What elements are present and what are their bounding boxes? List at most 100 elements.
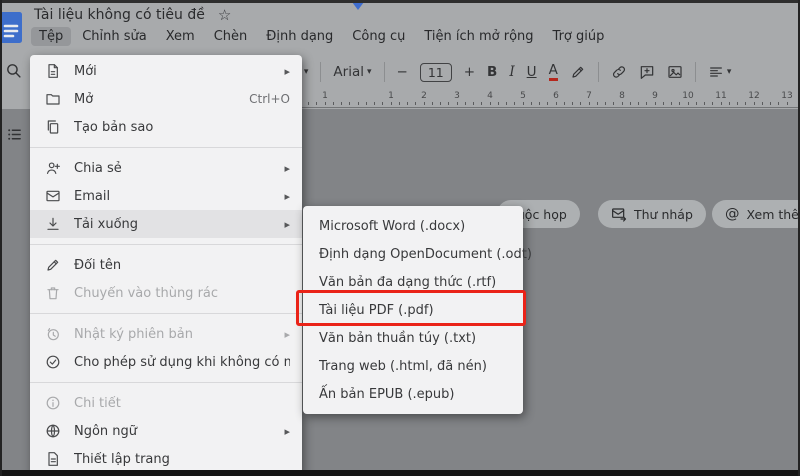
submenu-item-n-b-n-epub-epub[interactable]: Ấn bản EPUB (.epub) [303,380,523,408]
submenu-item-nh-d-ng-opendocument-odt[interactable]: Định dạng OpenDocument (.odt) [303,240,523,268]
insert-link-button[interactable] [611,64,627,80]
chip-xem-th-m[interactable]: @Xem thêm [712,200,800,228]
ruler-tick [630,102,631,105]
ruler-tick [316,102,317,105]
menu-divider [30,313,302,314]
ruler-tick [737,102,738,105]
menu-item-m-i[interactable]: Mới▸ [30,57,302,85]
toolbar-separator [598,62,599,82]
ruler-tick [754,102,755,105]
menubar-item-c-ng-c[interactable]: Công cụ [344,27,413,46]
docs-logo-icon[interactable] [0,11,24,49]
menu-divider [30,147,302,148]
submenu-arrow-icon: ▸ [284,218,290,231]
bold-button[interactable]: B [487,64,497,80]
menu-item-chia-s[interactable]: Chia sẻ▸ [30,154,302,182]
ruler-tick [589,102,590,105]
font-size-input[interactable]: 11 [420,63,452,82]
menu-item-cho-ph-p-s-d-ng-khi-kh-ng-c-m-ng[interactable]: Cho phép sử dụng khi không có mạng [30,348,302,376]
menu-item-chi-ti-t[interactable]: Chi tiết [30,389,302,417]
document-outline-icon[interactable] [6,126,23,147]
menubar-item-nh-d-ng[interactable]: Định dạng [258,27,341,46]
submenu-item-t-i-li-u-pdf-pdf[interactable]: Tài liệu PDF (.pdf) [303,296,523,324]
ruler-tick [646,102,647,105]
ruler-tick [638,102,639,105]
toolbar-separator [695,62,696,82]
underline-button[interactable]: U [527,64,537,80]
menu-item-label: Chia sẻ [74,161,272,176]
font-family-select[interactable]: Arial▾ [333,64,371,80]
text-color-button[interactable]: A [549,64,558,81]
highlight-color-button[interactable] [570,64,586,80]
menu-item-nh-t-k-phi-n-b-n[interactable]: Nhật ký phiên bản▸ [30,320,302,348]
trash-icon [44,285,62,301]
menu-item-t-o-b-n-sao[interactable]: Tạo bản sao [30,113,302,141]
search-icon[interactable] [5,62,22,83]
menu-item-m[interactable]: MởCtrl+O [30,85,302,113]
menu-item-ng-n-ng[interactable]: Ngôn ngữ▸ [30,417,302,445]
menu-bar: TệpChỉnh sửaXemChènĐịnh dạngCông cụTiện … [31,27,612,46]
ruler-tick [399,102,400,105]
menu-item-label: Email [74,189,272,204]
ruler-tick [432,102,433,105]
submenu-item-v-n-b-n-a-d-ng-th-c-rtf[interactable]: Văn bản đa dạng thức (.rtf) [303,268,523,296]
ruler-tick [671,102,672,105]
globe-icon [44,423,62,439]
ruler-number: 4 [487,91,493,101]
ruler-tick [564,102,565,105]
document-title[interactable]: Tài liệu không có tiêu đề [34,7,205,23]
submenu-item-trang-web-html-n-n[interactable]: Trang web (.html, đã nén) [303,352,523,380]
ruler-tick [374,102,375,105]
align-button[interactable]: ▾ [708,64,732,80]
increase-font-size-button-label: + [464,64,475,80]
submenu-arrow-icon: ▸ [284,65,290,78]
insert-image-button[interactable] [667,64,683,80]
star-icon[interactable]: ☆ [218,8,231,23]
ruler-tick [366,102,367,105]
chip-th-nh-p[interactable]: Thư nháp [598,200,706,228]
menubar-item-ch-nh-s-a[interactable]: Chỉnh sửa [74,27,155,46]
indent-marker-icon[interactable] [352,2,364,10]
ruler-tick [721,102,722,105]
increase-font-size-button[interactable]: + [464,64,475,80]
pencil-icon [44,257,62,273]
frame-edge [0,0,2,476]
decrease-font-size-button[interactable]: − [397,64,408,80]
mail-send-icon [611,206,627,222]
menubar-item-tr-gi-p[interactable]: Trợ giúp [545,27,613,46]
menu-item-thi-t-l-p-trang[interactable]: Thiết lập trang [30,445,302,473]
menu-item-label: Đổi tên [74,258,290,273]
menu-item-t-i-xu-ng[interactable]: Tải xuống▸ [30,210,302,238]
menu-item-email[interactable]: Email▸ [30,182,302,210]
menubar-item-ch-n[interactable]: Chèn [206,27,256,46]
submenu-item-v-n-b-n-thu-n-t-y-txt[interactable]: Văn bản thuần túy (.txt) [303,324,523,352]
ruler-tick [325,102,326,105]
ruler-number: 13 [781,91,792,101]
copy-icon [44,119,62,135]
add-comment-button[interactable] [639,64,655,80]
menu-item-chuy-n-v-o-th-ng-r-c[interactable]: Chuyển vào thùng rác [30,279,302,307]
submenu-item-microsoft-word-docx[interactable]: Microsoft Word (.docx) [303,212,523,240]
menubar-item-t-p[interactable]: Tệp [31,27,71,46]
menu-item-label: Chi tiết [74,396,290,411]
ruler-tick [655,102,656,105]
file-menu-dropdown: Mới▸MởCtrl+OTạo bản saoChia sẻ▸Email▸Tải… [30,55,302,476]
ruler-tick [605,102,606,105]
menu-item-i-t-n[interactable]: Đổi tên [30,251,302,279]
ruler-tick [778,102,779,105]
menu-item-label: Mở [74,92,237,107]
ruler-tick [407,102,408,105]
decrease-font-size-button-label: − [397,64,408,80]
ruler-tick [580,102,581,105]
ruler-number: 7 [586,91,592,101]
ruler-number: 6 [553,91,559,101]
toolbar: ...▾Arial▾−11+BIUA▾ [288,55,796,89]
ruler-number: 3 [454,91,460,101]
ruler-tick [308,102,309,105]
italic-button[interactable]: I [509,64,514,80]
dropdown-caret-icon: ▾ [304,67,309,77]
link-icon [611,64,627,80]
menubar-item-xem[interactable]: Xem [158,27,203,46]
toolbar-separator [384,62,385,82]
menubar-item-ti-n-ch-m-r-ng[interactable]: Tiện ích mở rộng [416,27,541,46]
